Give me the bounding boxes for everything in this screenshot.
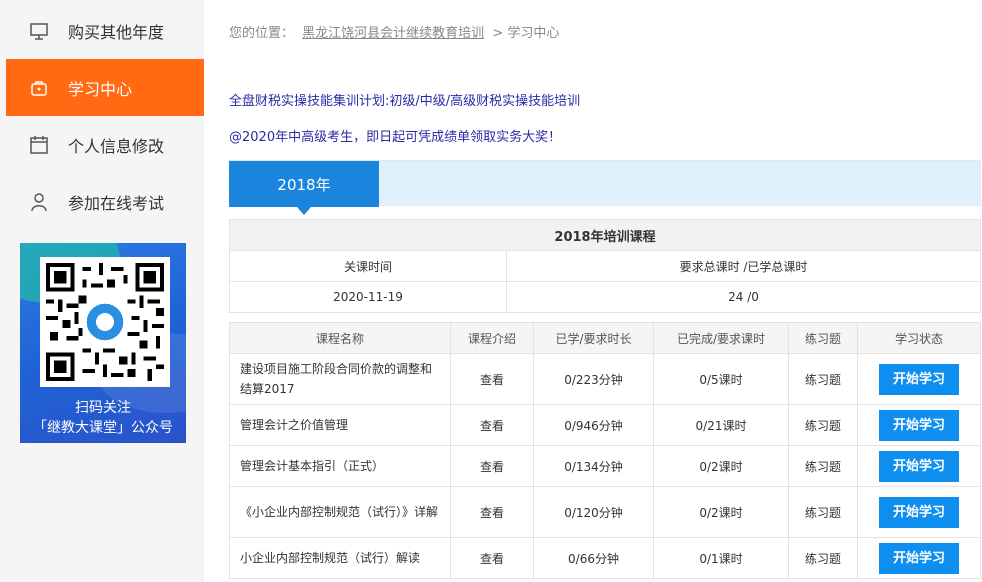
user-icon: [26, 189, 52, 215]
summary-caption: 2018年培训课程: [229, 219, 981, 251]
status-cell: 开始学习: [857, 486, 981, 538]
exercise-link[interactable]: 练习题: [788, 537, 858, 579]
notice-link-award[interactable]: @2020年中高级考生，即日起可凭成绩单领取实务大奖！: [229, 126, 561, 145]
status-cell: 开始学习: [857, 353, 981, 405]
breadcrumb-current: 学习中心: [507, 26, 560, 41]
course-duration: 0/223分钟: [533, 353, 654, 405]
sidebar-item-label: 购买其他年度: [68, 22, 165, 42]
notice-link-training[interactable]: 全盘财税实操技能集训计划:初级/中级/高级财税实操技能培训: [229, 90, 580, 109]
course-name: 管理会计基本指引（正式）: [229, 445, 451, 487]
table-row: 管理会计基本指引（正式） 查看 0/134分钟 0/2课时 练习题 开始学习: [229, 445, 981, 487]
table-row: 管理会计之价值管理 查看 0/946分钟 0/21课时 练习题 开始学习: [229, 404, 981, 446]
exercise-link[interactable]: 练习题: [788, 404, 858, 446]
exercise-link[interactable]: 练习题: [788, 486, 858, 538]
column-header: 已学/要求时长: [533, 322, 654, 354]
course-lessons: 0/2课时: [653, 445, 789, 487]
course-name: 管理会计之价值管理: [229, 404, 451, 446]
course-name: 建设项目施工阶段合同价款的调整和结算2017: [229, 353, 451, 405]
course-intro-link[interactable]: 查看: [450, 353, 534, 405]
bag-icon: [26, 75, 52, 101]
sidebar-item-label: 参加在线考试: [68, 193, 165, 213]
course-intro-link[interactable]: 查看: [450, 404, 534, 446]
start-learning-button[interactable]: 开始学习: [879, 363, 959, 395]
course-duration: 0/120分钟: [533, 486, 654, 538]
course-lessons: 0/21课时: [653, 404, 789, 446]
calendar-icon: [26, 132, 52, 158]
course-intro-link[interactable]: 查看: [450, 486, 534, 538]
course-lessons: 0/2课时: [653, 486, 789, 538]
sidebar-item-learning-center[interactable]: 学习中心: [6, 59, 212, 116]
summary-header: 要求总课时 /已学总课时: [506, 250, 981, 282]
breadcrumb-separator: >: [492, 26, 504, 41]
column-header: 已完成/要求课时: [653, 322, 789, 354]
column-header: 课程名称: [229, 322, 451, 354]
course-intro-link[interactable]: 查看: [450, 537, 534, 579]
start-learning-button[interactable]: 开始学习: [879, 450, 959, 482]
breadcrumb-link[interactable]: 黑龙江饶河县会计继续教育培训: [302, 26, 484, 41]
course-name: 《小企业内部控制规范（试行）》详解: [229, 486, 451, 538]
column-header: 课程介绍: [450, 322, 534, 354]
course-lessons: 0/5课时: [653, 353, 789, 405]
status-cell: 开始学习: [857, 537, 981, 579]
course-table: 课程名称 课程介绍 已学/要求时长 已完成/要求课时 练习题 学习状态 建设项目…: [229, 322, 981, 579]
exercise-link[interactable]: 练习题: [788, 445, 858, 487]
sidebar-item-label: 学习中心: [68, 79, 133, 99]
sidebar: 购买其他年度 学习中心 个人信息修改 参加在线考试 扫码关注 「继教大课堂」公众…: [0, 0, 212, 582]
start-learning-button[interactable]: 开始学习: [879, 496, 959, 528]
table-row: 《小企业内部控制规范（试行）》详解 查看 0/120分钟 0/2课时 练习题 开…: [229, 486, 981, 538]
status-cell: 开始学习: [857, 445, 981, 487]
qr-caption-line1: 扫码关注: [75, 400, 131, 416]
status-cell: 开始学习: [857, 404, 981, 446]
table-row: 建设项目施工阶段合同价款的调整和结算2017 查看 0/223分钟 0/5课时 …: [229, 353, 981, 405]
course-duration: 0/946分钟: [533, 404, 654, 446]
qr-code-image: [40, 257, 170, 387]
start-learning-button[interactable]: 开始学习: [879, 542, 959, 574]
table-row: 小企业内部控制规范（试行）解读 查看 0/66分钟 0/1课时 练习题 开始学习: [229, 537, 981, 579]
sidebar-item-label: 个人信息修改: [68, 136, 165, 156]
breadcrumb-prefix: 您的位置：: [229, 26, 295, 41]
sidebar-item-buy-other-years[interactable]: 购买其他年度: [6, 2, 204, 59]
summary-table: 2018年培训课程 关课时间 要求总课时 /已学总课时 2020-11-19 2…: [229, 219, 981, 313]
column-header: 学习状态: [857, 322, 981, 354]
course-duration: 0/66分钟: [533, 537, 654, 579]
course-lessons: 0/1课时: [653, 537, 789, 579]
sidebar-item-online-exam[interactable]: 参加在线考试: [6, 173, 204, 230]
start-learning-button[interactable]: 开始学习: [879, 409, 959, 441]
tab-year-2018[interactable]: 2018年: [229, 161, 379, 215]
course-name: 小企业内部控制规范（试行）解读: [229, 537, 451, 579]
main-content: 您的位置： 黑龙江饶河县会计继续教育培训 > 学习中心 全盘财税实操技能集训计划…: [204, 0, 982, 582]
monitor-icon: [26, 18, 52, 44]
summary-close-date: 2020-11-19: [229, 281, 507, 313]
year-tab-bar: 2018年: [229, 160, 981, 215]
exercise-link[interactable]: 练习题: [788, 353, 858, 405]
column-header: 练习题: [788, 322, 858, 354]
summary-header: 关课时间: [229, 250, 507, 282]
course-intro-link[interactable]: 查看: [450, 445, 534, 487]
qr-promo-card: 扫码关注 「继教大课堂」公众号: [20, 243, 186, 443]
summary-hours: 24 /0: [506, 281, 981, 313]
breadcrumb: 您的位置： 黑龙江饶河县会计继续教育培训 > 学习中心: [229, 22, 559, 41]
sidebar-item-profile-edit[interactable]: 个人信息修改: [6, 116, 204, 173]
qr-caption-line2: 「继教大课堂」公众号: [33, 420, 173, 436]
course-duration: 0/134分钟: [533, 445, 654, 487]
